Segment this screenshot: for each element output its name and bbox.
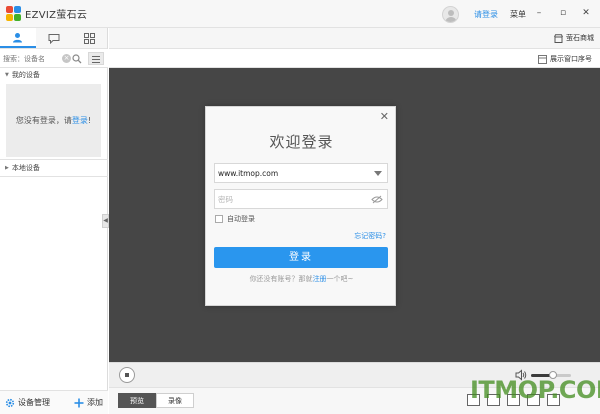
tab-devices[interactable] [0,28,36,48]
sidebar-tabs [0,28,107,49]
password-input[interactable] [218,193,368,206]
dialog-close-icon[interactable]: ✕ [380,110,389,123]
shop-link[interactable]: 萤石商城 [554,33,594,43]
search-input[interactable] [3,52,83,65]
register-prompt: 你还没有账号？那就注册一个吧~ [206,274,397,284]
device-manage-label: 设备管理 [18,398,50,407]
group-label: 本地设备 [11,164,40,172]
group-my-devices[interactable]: ▼ 我的设备 [0,68,108,82]
login-link[interactable]: 请登录 [474,9,498,20]
device-sidebar: × ▼我的设备 您没有登录，请登录! ▶本地设备 ◀ 设备管理 [0,28,109,414]
login-button[interactable]: 登录 [214,247,388,268]
ezviz-logo-icon [6,6,21,21]
divider [0,176,108,177]
gear-icon [5,398,15,407]
app-name: EZVIZ萤石云 [25,10,88,21]
empty-text: 您没有登录，请 [15,116,72,125]
show-window-number-toggle[interactable]: 展示窗口序号 [538,54,592,64]
stop-button[interactable] [119,367,135,383]
search-icon[interactable] [72,54,82,64]
add-device-button[interactable]: 添加 [74,397,103,408]
site-watermark: ITMOP.COM [470,376,600,404]
tab-recording[interactable]: 录像 [156,393,194,408]
shop-icon [554,33,563,43]
minimize-icon[interactable]: – [533,7,545,19]
window-number-label: 展示窗口序号 [550,55,592,63]
chevron-down-icon[interactable] [374,171,382,176]
forgot-password-link[interactable]: 忘记密码? [354,231,386,241]
device-search: × [0,49,108,68]
clear-icon[interactable]: × [62,54,71,63]
divider [0,159,108,160]
view-options-bar: 展示窗口序号 [109,49,600,68]
menu-button[interactable]: 菜单 [510,9,526,20]
avatar[interactable] [442,6,459,23]
username-input[interactable] [218,167,368,180]
empty-device-message: 您没有登录，请登录! [6,84,101,157]
auto-login-label: 自动登录 [227,215,255,223]
register-prefix: 你还没有账号？那就 [249,275,313,283]
grid-icon [83,32,95,44]
password-field[interactable] [214,189,388,209]
auto-login-option[interactable]: 自动登录 [215,214,255,224]
hide-password-icon[interactable] [371,195,383,204]
device-manage-button[interactable]: 设备管理 [5,397,50,408]
shop-label: 萤石商城 [566,34,594,42]
empty-suffix: ! [87,116,92,125]
username-field[interactable] [214,163,388,183]
tab-preview[interactable]: 预览 [118,393,156,408]
close-icon[interactable]: ✕ [580,7,592,19]
list-view-button[interactable] [88,52,104,65]
tab-messages[interactable] [36,28,72,48]
collapse-arrow-icon: ▶ [5,165,9,171]
sidebar-footer: 设备管理 添加 [0,390,108,414]
plus-icon [74,398,84,407]
tab-apps[interactable] [71,28,107,48]
window-number-icon [538,54,547,64]
dialog-title: 欢迎登录 [269,133,334,151]
login-dialog: ✕ 欢迎登录 自动登录 忘记密码? 登录 你还没有账号？那就注册一个吧~ [205,106,396,306]
title-bar: EZVIZ萤石云 请登录 菜单 – ▫ ✕ [0,0,600,28]
group-local-devices[interactable]: ▶ 本地设备 [0,161,108,175]
auto-login-checkbox[interactable] [215,215,223,223]
collapse-sidebar-handle[interactable]: ◀ [102,214,109,228]
group-label: 我的设备 [11,71,40,79]
register-link[interactable]: 注册 [313,275,327,283]
register-suffix: 一个吧~ [326,275,354,283]
app-logo: EZVIZ萤石云 [6,6,87,21]
maximize-icon[interactable]: ▫ [557,7,569,19]
user-icon [13,32,23,42]
chat-bubble-icon [48,33,59,44]
top-toolbar: 萤石商城 [109,28,600,49]
sidebar-login-link[interactable]: 登录 [72,116,88,125]
expand-arrow-icon: ▼ [5,72,9,78]
add-device-label: 添加 [87,398,103,407]
